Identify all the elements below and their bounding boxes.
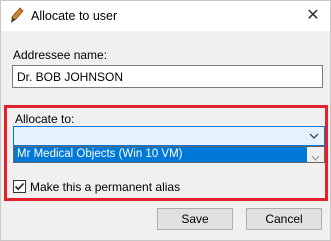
addressee-name-label: Addressee name: (13, 48, 108, 62)
allocate-to-dropdown-list: Mr Medical Objects (Win 10 VM) (13, 146, 325, 163)
dialog-body: Addressee name: Allocate to: Mr Medical … (1, 31, 330, 240)
window-title: Allocate to user (31, 9, 118, 23)
chevron-down-icon[interactable] (309, 130, 319, 140)
save-button[interactable]: Save (157, 208, 233, 230)
addressee-name-input[interactable] (12, 65, 323, 88)
title-bar: Allocate to user ✕ (1, 1, 330, 31)
cancel-button[interactable]: Cancel (246, 208, 322, 230)
checkmark-icon (14, 182, 25, 191)
permanent-alias-label: Make this a permanent alias (30, 180, 181, 194)
pen-nib-icon (9, 7, 25, 25)
dropdown-scrollbar[interactable] (307, 147, 324, 162)
allocate-dialog-window: Allocate to user ✕ Addressee name: Alloc… (0, 0, 331, 241)
permanent-alias-checkbox[interactable] (13, 180, 26, 193)
dropdown-option-selected[interactable]: Mr Medical Objects (Win 10 VM) (14, 147, 307, 162)
allocate-to-label: Allocate to: (15, 112, 75, 126)
allocate-to-combobox[interactable] (13, 126, 325, 146)
scroll-down-arrow-icon[interactable] (311, 151, 320, 161)
close-icon[interactable]: ✕ (296, 1, 330, 31)
